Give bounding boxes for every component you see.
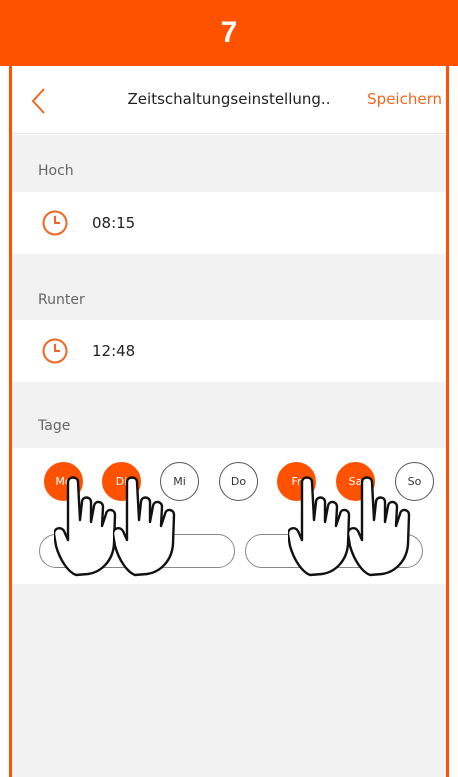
section-header-days: Tage bbox=[12, 382, 446, 448]
section-label-up: Hoch bbox=[38, 163, 74, 179]
preset-button-right[interactable]: L.. bbox=[245, 534, 423, 568]
step-number: 7 bbox=[220, 16, 238, 49]
section-header-down: Runter bbox=[12, 254, 446, 320]
clock-icon bbox=[42, 338, 68, 364]
back-button[interactable] bbox=[28, 86, 52, 116]
day-button-fr[interactable]: Fr bbox=[277, 462, 316, 501]
time-row-up[interactable]: 08:15 bbox=[12, 192, 446, 254]
preset-label-right: L.. bbox=[327, 544, 341, 558]
time-row-down[interactable]: 12:48 bbox=[12, 320, 446, 382]
day-button-so[interactable]: So bbox=[395, 462, 434, 501]
empty-area bbox=[12, 584, 446, 777]
preset-label-left: ...gl.. bbox=[123, 544, 151, 558]
top-bar: Zeitschaltungseinstellung.. Speichern bbox=[12, 66, 446, 134]
time-value-down: 12:48 bbox=[92, 342, 136, 360]
time-value-up: 08:15 bbox=[92, 214, 136, 232]
phone-screen: Zeitschaltungseinstellung.. Speichern Ho… bbox=[9, 66, 449, 777]
day-button-sa[interactable]: Sa bbox=[336, 462, 375, 501]
day-button-mo[interactable]: Mo bbox=[44, 462, 83, 501]
days-picker: Mo Di Mi Do Fr Sa So ...gl.. L.. bbox=[12, 448, 446, 584]
step-banner: 7 bbox=[0, 0, 458, 66]
section-label-days: Tage bbox=[38, 418, 71, 434]
section-header-up: Hoch bbox=[12, 135, 446, 192]
chevron-left-icon bbox=[31, 88, 45, 114]
save-button[interactable]: Speichern bbox=[367, 90, 442, 108]
preset-button-left[interactable]: ...gl.. bbox=[39, 534, 235, 568]
clock-icon bbox=[42, 210, 68, 236]
section-label-down: Runter bbox=[38, 292, 85, 308]
day-button-do[interactable]: Do bbox=[219, 462, 258, 501]
day-button-di[interactable]: Di bbox=[102, 462, 141, 501]
day-button-mi[interactable]: Mi bbox=[160, 462, 199, 501]
